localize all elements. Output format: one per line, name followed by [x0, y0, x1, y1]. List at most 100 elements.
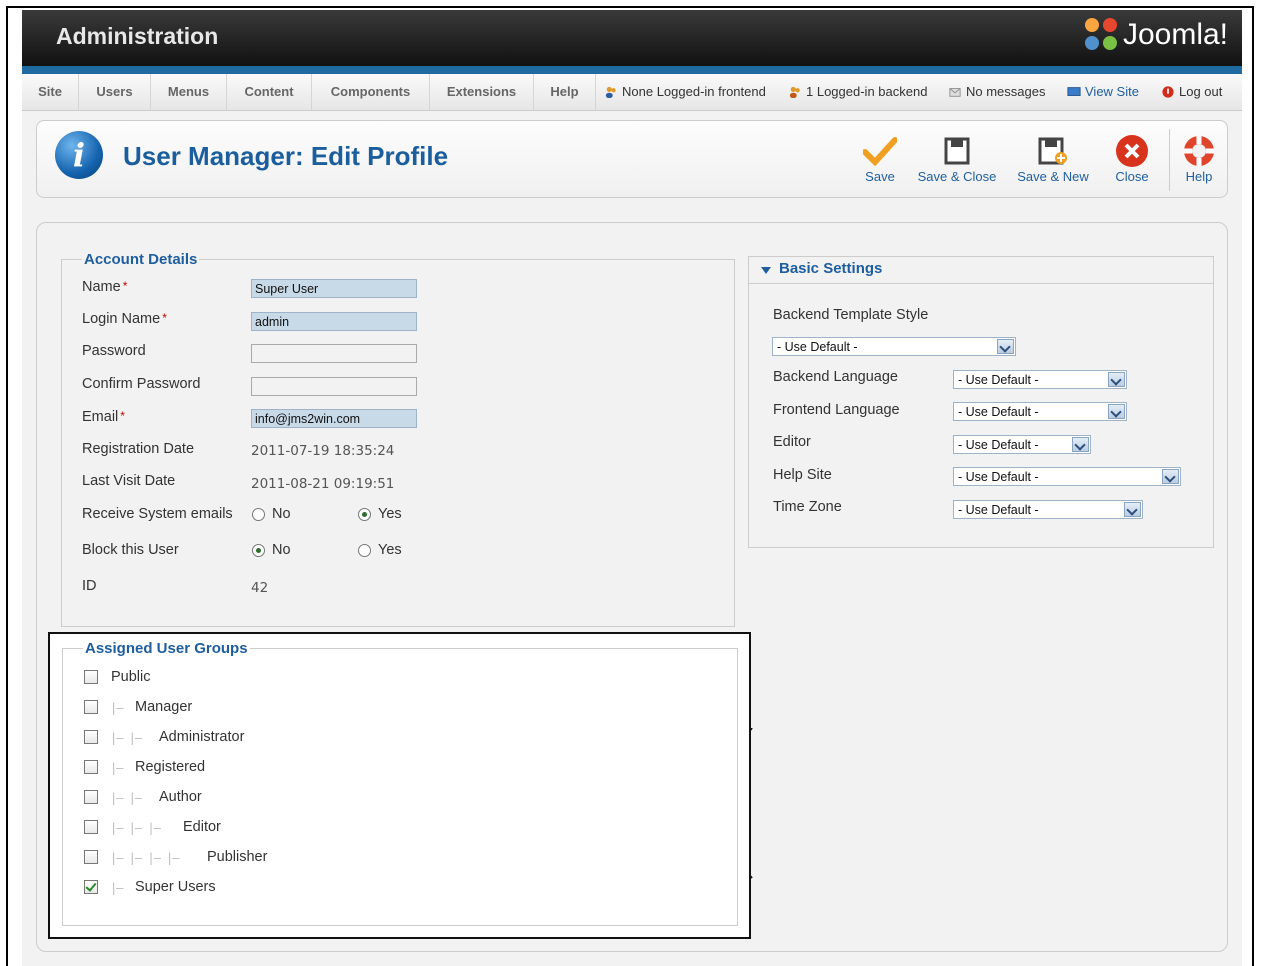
save-close-label: Save & Close — [917, 169, 997, 184]
confirm-password-input[interactable] — [251, 377, 417, 396]
help-button[interactable]: Help — [1177, 133, 1221, 184]
tree-line: |— — [110, 701, 123, 715]
envelope-icon — [949, 88, 961, 97]
login-name-label: Login Name * — [82, 311, 167, 327]
group-publisher-checkbox[interactable] — [84, 850, 98, 864]
required-mark: * — [120, 409, 125, 423]
block-user-label: Block this User — [82, 542, 179, 558]
users-icon — [605, 86, 616, 98]
dropdown-arrow-icon — [1072, 437, 1089, 452]
block-user-no-radio[interactable] — [252, 544, 265, 557]
tree-line: |— |— — [110, 731, 142, 745]
required-mark: * — [162, 311, 167, 325]
save-new-button[interactable]: Save & New — [1013, 133, 1093, 184]
group-administrator-checkbox[interactable] — [84, 730, 98, 744]
group-manager-checkbox[interactable] — [84, 700, 98, 714]
backend-template-select[interactable]: - Use Default - — [772, 337, 1016, 356]
group-registered-label: Registered — [135, 759, 206, 775]
system-emails-yes-radio[interactable] — [358, 508, 371, 521]
backend-language-label: Backend Language — [773, 369, 898, 385]
admin-shell: Administration Joomla! Site Users Menus … — [22, 10, 1242, 966]
name-label: Name * — [82, 279, 128, 295]
backend-template-label: Backend Template Style — [773, 307, 929, 323]
system-emails-no-label: No — [272, 506, 291, 522]
help-site-label: Help Site — [773, 467, 832, 483]
editor-select[interactable]: - Use Default - — [953, 435, 1091, 454]
group-manager-label: Manager — [135, 699, 193, 715]
assigned-groups-panel: Assigned User Groups Public |— Manager |… — [48, 632, 751, 939]
frontend-language-label: Frontend Language — [773, 402, 900, 418]
close-icon — [1116, 135, 1148, 167]
collapse-triangle-icon — [761, 267, 771, 274]
menu-extensions[interactable]: Extensions — [430, 74, 534, 110]
floppy-icon — [944, 137, 970, 165]
time-zone-value: - Use Default - — [958, 503, 1039, 517]
block-user-no-label: No — [272, 542, 291, 558]
tree-line: |— |— |— — [110, 821, 161, 835]
tree-line: |— |— |— |— — [110, 851, 179, 865]
status-backend-text: 1 Logged-in backend — [806, 84, 928, 99]
backend-language-select[interactable]: - Use Default - — [953, 370, 1127, 389]
view-site-link[interactable]: View Site — [1067, 74, 1139, 110]
group-public-label: Public — [111, 669, 151, 685]
password-label: Password — [82, 343, 146, 359]
group-registered-checkbox[interactable] — [84, 760, 98, 774]
group-administrator-label: Administrator — [159, 729, 245, 745]
system-emails-no-radio[interactable] — [252, 508, 265, 521]
menu-content[interactable]: Content — [227, 74, 312, 110]
status-backend: 1 Logged-in backend — [788, 74, 927, 110]
menu-site[interactable]: Site — [22, 74, 79, 110]
group-editor-checkbox[interactable] — [84, 820, 98, 834]
time-zone-select[interactable]: - Use Default - — [953, 500, 1143, 519]
help-site-select[interactable]: - Use Default - — [953, 467, 1181, 486]
name-input[interactable]: Super User — [251, 279, 417, 298]
password-input[interactable] — [251, 344, 417, 363]
group-super-users-checkbox[interactable] — [84, 880, 98, 894]
id-label: ID — [82, 578, 97, 594]
checkmark-icon — [863, 137, 897, 166]
save-close-button[interactable]: Save & Close — [915, 133, 999, 184]
save-label: Save — [865, 169, 895, 184]
header-accent-bar — [22, 66, 1242, 74]
dropdown-arrow-icon — [997, 339, 1014, 354]
email-label: Email * — [82, 409, 125, 425]
editor-label: Editor — [773, 434, 811, 450]
account-details-fieldset: Account Details — [61, 251, 735, 627]
admin-header: Administration Joomla! — [22, 10, 1242, 66]
login-name-input[interactable]: admin — [251, 312, 417, 331]
menu-components[interactable]: Components — [312, 74, 430, 110]
block-user-yes-radio[interactable] — [358, 544, 371, 557]
menu-users[interactable]: Users — [79, 74, 151, 110]
basic-settings-header[interactable]: Basic Settings — [749, 257, 1213, 284]
basic-settings-panel: Basic Settings Backend Template Style - … — [748, 256, 1214, 548]
block-user-yes-label: Yes — [378, 542, 402, 558]
main-menu: Site Users Menus Content Components Exte… — [22, 74, 1242, 111]
menu-help[interactable]: Help — [534, 74, 596, 110]
dropdown-arrow-icon — [1108, 372, 1125, 387]
help-label: Help — [1185, 169, 1213, 184]
help-site-value: - Use Default - — [958, 470, 1039, 484]
view-site-text: View Site — [1085, 84, 1139, 99]
close-button[interactable]: Close — [1109, 133, 1155, 184]
email-input[interactable]: info@jms2win.com — [251, 409, 417, 428]
logout-text: Log out — [1179, 84, 1223, 99]
backend-language-value: - Use Default - — [958, 373, 1039, 387]
admin-title: Administration — [56, 23, 219, 49]
logout-link[interactable]: Log out — [1161, 74, 1222, 110]
floppy-plus-icon — [1038, 137, 1067, 165]
frontend-language-select[interactable]: - Use Default - — [953, 402, 1127, 421]
group-author-checkbox[interactable] — [84, 790, 98, 804]
status-frontend-text: None Logged-in frontend — [622, 84, 766, 99]
status-frontend: None Logged-in frontend — [604, 74, 766, 110]
assigned-groups-legend: Assigned User Groups — [85, 640, 248, 657]
basic-settings-title: Basic Settings — [779, 260, 883, 277]
dropdown-arrow-icon — [1124, 502, 1141, 517]
menu-menus[interactable]: Menus — [151, 74, 227, 110]
last-visit-value: 2011-08-21 09:19:51 — [251, 476, 395, 492]
registration-date-value: 2011-07-19 18:35:24 — [251, 443, 395, 459]
users-icon — [789, 86, 800, 98]
id-value: 42 — [251, 580, 269, 596]
group-public-checkbox[interactable] — [84, 670, 98, 684]
status-messages-text: No messages — [966, 84, 1046, 99]
save-button[interactable]: Save — [857, 133, 903, 184]
